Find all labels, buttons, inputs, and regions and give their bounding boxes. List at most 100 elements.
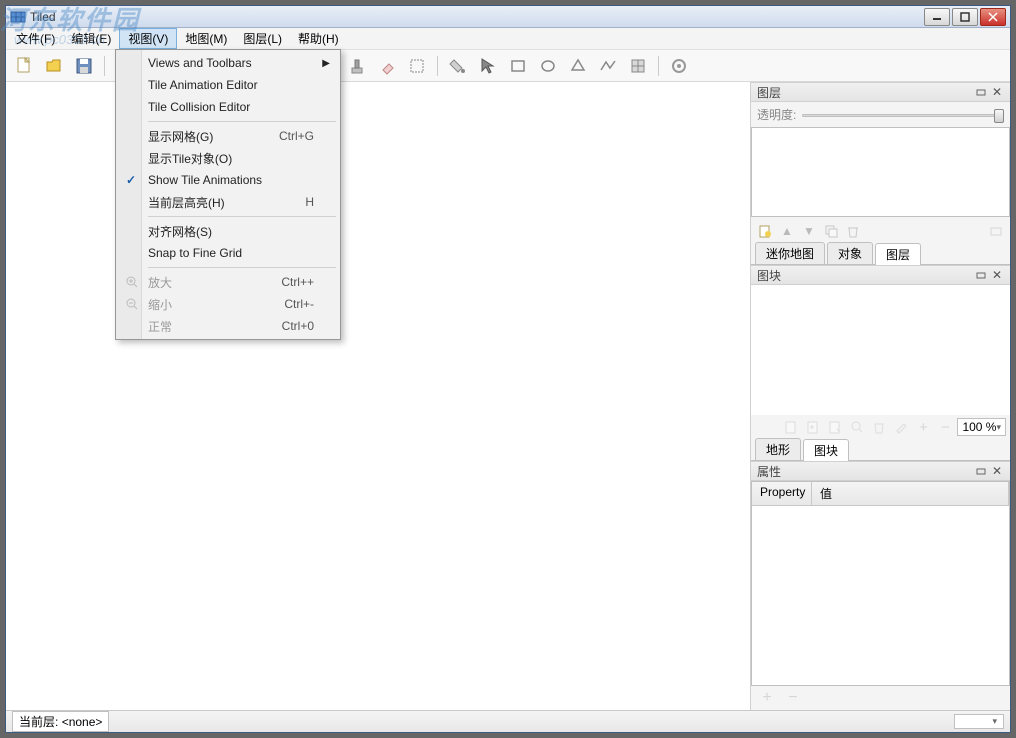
app-icon (10, 9, 26, 25)
new-file-button[interactable] (10, 53, 38, 79)
menu-view[interactable]: 视图(V) (119, 28, 177, 49)
app-title: Tiled (30, 10, 924, 24)
properties-grid[interactable]: Property 值 (751, 481, 1010, 686)
maximize-button[interactable] (952, 8, 978, 26)
save-file-button[interactable] (70, 53, 98, 79)
close-panel-icon[interactable]: ✕ (990, 85, 1004, 99)
right-panel: 图层 ✕ 透明度: ▲ ▼ 迷你地图 对象 图层 (750, 82, 1010, 710)
tileset-zoom[interactable]: 100 %▾ (957, 418, 1006, 436)
menu-help[interactable]: 帮助(H) (290, 28, 347, 49)
menu-show-grid[interactable]: 显示网格(G)Ctrl+G (118, 125, 338, 147)
tileset-tools: + − 100 %▾ (751, 415, 1010, 439)
menu-layer[interactable]: 图层(L) (235, 28, 290, 49)
tab-objects[interactable]: 对象 (827, 242, 873, 264)
minimize-button[interactable] (924, 8, 950, 26)
import-tileset-button[interactable] (803, 417, 823, 437)
open-file-button[interactable] (40, 53, 68, 79)
layer-tools: ▲ ▼ (751, 219, 1010, 243)
close-button[interactable] (980, 8, 1006, 26)
status-zoom-control[interactable]: ▾ (954, 714, 1004, 729)
menu-tile-collision-editor[interactable]: Tile Collision Editor (118, 96, 338, 118)
menu-views-and-toolbars[interactable]: Views and Toolbars▶ (118, 52, 338, 74)
menu-tile-animation-editor[interactable]: Tile Animation Editor (118, 74, 338, 96)
menu-snap-to-grid[interactable]: 对齐网格(S) (118, 220, 338, 242)
tab-tileset[interactable]: 图块 (803, 439, 849, 461)
rect-select-button[interactable] (403, 53, 431, 79)
layer-up-button[interactable]: ▲ (777, 221, 797, 241)
ellipse-object-button[interactable] (534, 53, 562, 79)
menu-edit[interactable]: 编辑(E) (63, 28, 119, 49)
tileset-tabstrip: 地形 图块 (751, 439, 1010, 461)
zoom-in-icon (124, 274, 140, 290)
menu-show-tile-animations[interactable]: ✓Show Tile Animations (118, 169, 338, 191)
add-tiles-button[interactable]: + (913, 417, 933, 437)
delete-tileset-button[interactable] (869, 417, 889, 437)
polygon-object-button[interactable] (564, 53, 592, 79)
layer-visibility-button[interactable] (986, 221, 1006, 241)
toolbar-separator (437, 56, 438, 76)
property-column-header[interactable]: Property (752, 482, 812, 505)
tileset-panel-title: 图块 (757, 267, 972, 284)
properties-panel-header: 属性 ✕ (751, 461, 1010, 481)
new-tileset-button[interactable] (781, 417, 801, 437)
tile-object-button[interactable] (624, 53, 652, 79)
tab-minimap[interactable]: 迷你地图 (755, 242, 825, 264)
export-tileset-button[interactable] (825, 417, 845, 437)
rectangle-object-button[interactable] (504, 53, 532, 79)
titlebar: Tiled (6, 6, 1010, 28)
remove-property-button[interactable]: − (783, 688, 803, 708)
layer-list[interactable] (751, 127, 1010, 217)
opacity-label: 透明度: (757, 106, 796, 123)
zoom-out-icon (124, 296, 140, 312)
eraser-tool-button[interactable] (373, 53, 401, 79)
undock-icon[interactable] (974, 85, 988, 99)
layers-panel-title: 图层 (757, 84, 972, 101)
object-select-button[interactable] (474, 53, 502, 79)
duplicate-layer-button[interactable] (821, 221, 841, 241)
undock-icon[interactable] (974, 464, 988, 478)
toolbar-separator (104, 56, 105, 76)
menu-separator (148, 216, 336, 217)
settings-button[interactable] (665, 53, 693, 79)
toolbar-separator (658, 56, 659, 76)
current-layer-status: 当前层: <none> (12, 711, 109, 732)
properties-header: Property 值 (752, 482, 1009, 506)
opacity-row: 透明度: (751, 102, 1010, 127)
statusbar: 当前层: <none> ▾ (6, 710, 1010, 732)
menu-separator (148, 121, 336, 122)
fill-tool-button[interactable] (444, 53, 472, 79)
tileset-view[interactable] (751, 285, 1010, 415)
tileset-panel-header: 图块 ✕ (751, 265, 1010, 285)
polyline-object-button[interactable] (594, 53, 622, 79)
menu-show-tile-objects[interactable]: 显示Tile对象(O) (118, 147, 338, 169)
close-panel-icon[interactable]: ✕ (990, 268, 1004, 282)
check-icon: ✓ (126, 173, 136, 187)
layers-panel-header: 图层 ✕ (751, 82, 1010, 102)
layer-down-button[interactable]: ▼ (799, 221, 819, 241)
menu-file[interactable]: 文件(F) (8, 28, 63, 49)
tileset-properties-button[interactable] (847, 417, 867, 437)
stamp-tool-button[interactable] (343, 53, 371, 79)
delete-layer-button[interactable] (843, 221, 863, 241)
current-layer-label: 当前层: (19, 715, 58, 729)
view-menu-dropdown: Views and Toolbars▶ Tile Animation Edito… (115, 49, 341, 340)
menu-highlight-current-layer[interactable]: 当前层高亮(H)H (118, 191, 338, 213)
new-layer-button[interactable] (755, 221, 775, 241)
menu-zoom-normal[interactable]: 正常Ctrl+0 (118, 315, 338, 337)
menubar: 文件(F) 编辑(E) 视图(V) 地图(M) 图层(L) 帮助(H) (6, 28, 1010, 50)
menu-snap-to-fine-grid[interactable]: Snap to Fine Grid (118, 242, 338, 264)
menu-zoom-in[interactable]: 放大Ctrl++ (118, 271, 338, 293)
submenu-arrow-icon: ▶ (322, 58, 330, 69)
tileset-zoom-value: 100 % (962, 420, 996, 434)
value-column-header[interactable]: 值 (812, 482, 1009, 505)
add-property-button[interactable]: + (757, 688, 777, 708)
menu-map[interactable]: 地图(M) (177, 28, 235, 49)
opacity-slider[interactable] (802, 107, 1004, 123)
remove-tiles-button[interactable]: − (935, 417, 955, 437)
tab-terrain[interactable]: 地形 (755, 438, 801, 460)
tab-layers[interactable]: 图层 (875, 243, 921, 265)
edit-tileset-button[interactable] (891, 417, 911, 437)
undock-icon[interactable] (974, 268, 988, 282)
menu-zoom-out[interactable]: 缩小Ctrl+- (118, 293, 338, 315)
close-panel-icon[interactable]: ✕ (990, 464, 1004, 478)
